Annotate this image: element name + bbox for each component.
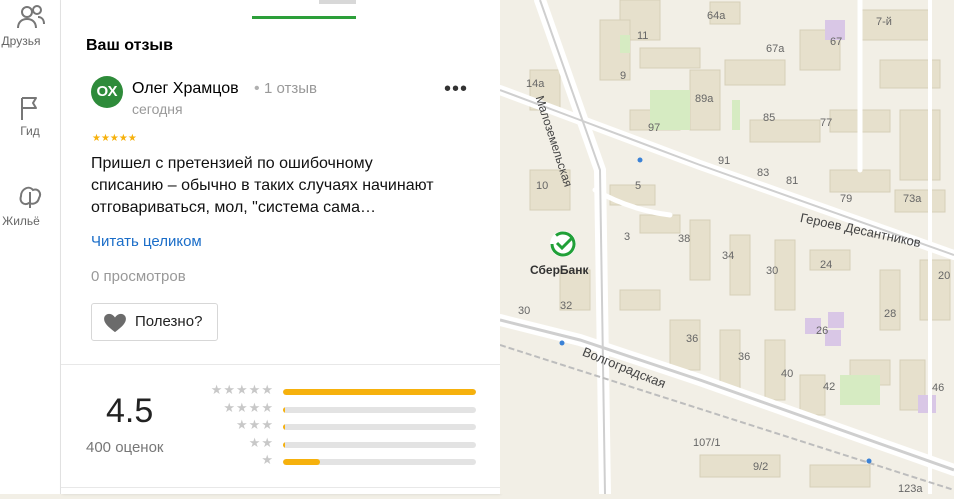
views-count: 0 просмотров: [91, 268, 186, 285]
house-number: 89а: [695, 93, 714, 105]
author-name[interactable]: Олег Храмцов: [132, 80, 239, 98]
house-number: 97: [648, 122, 661, 134]
more-options-button[interactable]: •••: [441, 79, 471, 106]
house-number: 67а: [766, 43, 785, 55]
rating-dist-track: [283, 389, 476, 395]
house-number: 9: [620, 70, 627, 82]
house-number: 9/2: [753, 461, 769, 473]
rail-item-housing[interactable]: Жильё: [0, 182, 60, 228]
useful-button[interactable]: Полезно?: [91, 303, 218, 341]
scroll-handle[interactable]: [319, 0, 356, 4]
house-number: 36: [686, 333, 699, 345]
review-stars: ★★★★★: [92, 133, 137, 144]
active-tab-indicator: [252, 16, 356, 19]
house-number: 123а: [898, 483, 923, 495]
house-number: 10: [536, 180, 549, 192]
house-number: 67: [830, 36, 843, 48]
house-number: 30: [518, 305, 531, 317]
rail-item-friends[interactable]: Друзья: [0, 4, 60, 48]
house-number: 73а: [903, 193, 922, 205]
house-number: 107/1: [693, 437, 721, 449]
rating-dist-row: ★: [200, 452, 480, 470]
house-number: 77: [820, 117, 833, 129]
map-graphics: [494, 0, 954, 499]
review-date: сегодня: [132, 101, 183, 117]
rating-count: 400 оценок: [86, 439, 164, 456]
section-divider: [61, 487, 500, 488]
rating-dist-fill: [283, 442, 286, 448]
left-nav-rail: Друзья Гид Жильё: [0, 0, 61, 494]
author-avatar[interactable]: ОХ: [91, 76, 123, 108]
rail-item-label: Друзья: [1, 34, 41, 48]
rating-dist-row: ★★★★★: [200, 382, 480, 400]
rating-dist-fill: [283, 459, 320, 465]
rating-dist-row: ★★: [200, 435, 480, 453]
section-divider: [61, 364, 500, 365]
rail-item-label: Гид: [20, 124, 40, 138]
map-canvas[interactable]: СберБанк Малоземельская Героев Десантник…: [494, 0, 954, 499]
house-number: 85: [763, 112, 776, 124]
review-text: Пришел с претензией по ошибочному списан…: [91, 153, 486, 219]
rating-dist-fill: [283, 424, 286, 430]
sber-logo-icon: [550, 231, 576, 257]
read-more-link[interactable]: Читать целиком: [91, 233, 202, 250]
house-number: 5: [635, 180, 642, 192]
rating-dist-row: ★★★: [200, 417, 480, 435]
house-number: 32: [560, 300, 573, 312]
review-text-line: отговариваться, мол, "система сама…: [91, 199, 376, 216]
house-number: 46: [932, 382, 945, 394]
house-number: 64а: [707, 10, 726, 22]
house-number: 20: [938, 270, 951, 282]
rail-item-label: Жильё: [2, 214, 40, 228]
house-number: 7-й: [876, 16, 892, 28]
heart-icon: [104, 313, 126, 333]
house-number: 36: [738, 351, 751, 363]
poi-label-sberbank[interactable]: СберБанк: [530, 263, 588, 277]
house-number: 79: [840, 193, 853, 205]
rating-dist-track: [283, 424, 476, 430]
section-title: Ваш отзыв: [86, 37, 173, 54]
house-number: 30: [766, 265, 779, 277]
rating-dist-stars: ★★★★★: [210, 382, 274, 397]
house-number: 38: [678, 233, 691, 245]
house-number: 91: [718, 155, 731, 167]
house-number: 40: [781, 368, 794, 380]
friends-icon: [17, 5, 45, 29]
useful-label: Полезно?: [135, 313, 203, 330]
rating-dist-track: [283, 442, 476, 448]
rail-item-guide[interactable]: Гид: [0, 94, 60, 138]
rating-dist-stars: ★★★★: [223, 400, 274, 415]
author-separator: •: [254, 80, 260, 97]
rating-dist-fill: [283, 389, 476, 395]
rating-value: 4.5: [106, 392, 154, 430]
rating-dist-stars: ★★: [248, 435, 274, 450]
house-number: 83: [757, 167, 770, 179]
house-number: 3: [624, 231, 631, 243]
house-number: 11: [637, 30, 649, 42]
rating-dist-fill: [283, 407, 286, 413]
rating-dist-track: [283, 407, 476, 413]
house-number: 24: [820, 259, 833, 271]
house-number: 26: [816, 325, 829, 337]
rating-dist-stars: ★: [261, 452, 274, 467]
review-text-line: списанию – обычно в таких случаях начина…: [91, 177, 434, 194]
rating-dist-stars: ★★★: [236, 417, 274, 432]
house-number: 28: [884, 308, 897, 320]
house-number: 81: [786, 175, 799, 187]
place-panel: Ваш отзыв ОХ Олег Храмцов • 1 отзыв сего…: [61, 0, 500, 494]
housing-icon: [19, 186, 42, 208]
rating-dist-track: [283, 459, 476, 465]
house-number: 34: [722, 250, 735, 262]
review-text-line: Пришел с претензией по ошибочному: [91, 155, 373, 172]
author-review-count: 1 отзыв: [264, 80, 318, 97]
flag-icon: [21, 97, 37, 120]
house-number: 14а: [526, 78, 545, 90]
house-number: 42: [823, 381, 836, 393]
rating-dist-row: ★★★★: [200, 400, 480, 418]
